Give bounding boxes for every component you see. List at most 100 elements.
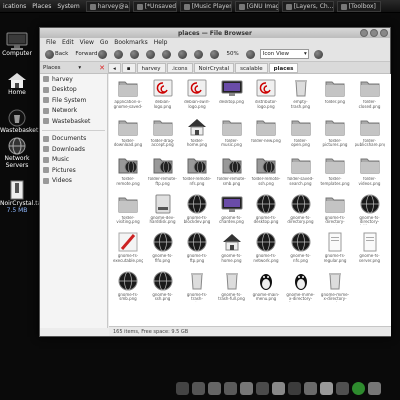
file-item[interactable]: folder-saved-search.png	[286, 154, 316, 186]
dock-app-icon[interactable]	[240, 382, 253, 395]
file-item[interactable]: folder-drag-accept.png	[148, 116, 178, 148]
file-item[interactable]: gnome-fs-ftp.png	[182, 231, 212, 263]
file-item[interactable]: desktop.png	[217, 77, 247, 109]
file-item[interactable]: folder-new.png	[251, 116, 281, 148]
file-item[interactable]: gnome-main-menu.png	[251, 270, 281, 302]
desktop-archive[interactable]: NoirCrystal.tar.bz2 7.5 MB	[0, 180, 56, 214]
dock-app-icon[interactable]	[288, 382, 301, 395]
dock-app-icon[interactable]	[368, 382, 381, 395]
places-selector[interactable]: Places ▾ ✕	[40, 64, 108, 72]
forward-button[interactable]: Forward	[73, 49, 109, 60]
file-item[interactable]: gnome-fs-directory-accept.png	[320, 193, 350, 225]
file-item[interactable]: gnome-fs-trash-full.png	[217, 270, 247, 302]
file-item[interactable]: gnome-mime-x-directory-nfs-server.png	[286, 270, 316, 302]
desktop-home[interactable]: Home	[0, 71, 34, 96]
dock-app-icon[interactable]	[272, 382, 285, 395]
panel-menu-system[interactable]: System	[54, 0, 82, 12]
up-button[interactable]	[112, 49, 125, 60]
dock-app-icon[interactable]	[352, 382, 365, 395]
breadcrumb-scalable[interactable]: scalable	[235, 62, 268, 73]
sidebar-item-harvey[interactable]: harvey	[40, 74, 107, 85]
sidebar-item-documents[interactable]: Documents	[40, 134, 107, 145]
file-item[interactable]: folder-videos.png	[355, 154, 385, 186]
breadcrumb-root[interactable]: ▪	[121, 62, 136, 73]
dock-app-icon[interactable]	[224, 382, 237, 395]
task-gimp-image[interactable]: [GNU Image...	[234, 1, 279, 12]
sidebar-item-desktop[interactable]: Desktop	[40, 85, 107, 96]
file-item[interactable]: gnome-fs-blockdev.png	[182, 193, 212, 225]
desktop-network-servers[interactable]: Network Servers	[0, 137, 34, 169]
sidebar-item-wastebasket[interactable]: Wastebasket	[40, 116, 107, 127]
dock-app-icon[interactable]	[304, 382, 317, 395]
breadcrumb-left-arrow[interactable]: ◂	[108, 62, 121, 73]
task-toolbox[interactable]: [Toolbox]	[336, 1, 381, 12]
file-item[interactable]: folder-closed.png	[355, 77, 385, 109]
file-item[interactable]: gnome-fs-directory.png	[286, 193, 316, 225]
menu-file[interactable]: File	[43, 39, 59, 46]
zoom-out-button[interactable]	[208, 49, 221, 60]
breadcrumb-icons[interactable]: .icons	[166, 62, 193, 73]
file-item[interactable]: folder-publicshare.png	[355, 116, 385, 148]
file-item[interactable]: application-x-gnome-saved-search.png	[113, 77, 143, 109]
file-item[interactable]: gnome-fs-server.png	[355, 231, 385, 263]
sidebar-item-network[interactable]: Network	[40, 106, 107, 117]
view-mode-select[interactable]: Icon View	[259, 49, 309, 59]
file-item[interactable]: folder-templates.png	[320, 154, 350, 186]
home-button[interactable]	[160, 49, 173, 60]
breadcrumb-harvey[interactable]: harvey	[136, 62, 166, 73]
file-item[interactable]: folder-remote.png	[113, 154, 143, 186]
file-item[interactable]: gnome-fs-executable.png	[113, 231, 143, 263]
minimize-button[interactable]	[360, 29, 368, 37]
sidebar-item-file-system[interactable]: File System	[40, 95, 107, 106]
file-item[interactable]: gnome-fs-fifo.png	[148, 231, 178, 263]
breadcrumb-noircrystal[interactable]: NoirCrystal	[193, 62, 235, 73]
desktop-computer[interactable]: Computer	[0, 32, 34, 57]
zoom-in-button[interactable]	[244, 49, 257, 60]
panel-menu-applications[interactable]: ications	[0, 0, 29, 12]
panel-menu-places[interactable]: Places	[29, 0, 54, 12]
stop-button[interactable]	[128, 49, 141, 60]
dock-app-icon[interactable]	[320, 382, 333, 395]
file-item[interactable]: gnome-fs-trash-empty.png	[182, 270, 212, 302]
close-sidebar-icon[interactable]: ✕	[99, 64, 105, 72]
file-item[interactable]: folder-pictures.png	[320, 116, 350, 148]
file-item[interactable]: gnome-fs-smb.png	[113, 270, 143, 302]
window-titlebar[interactable]: places — File Browser	[40, 28, 390, 38]
task-unsaved[interactable]: [*Unsaved ...	[132, 1, 177, 12]
computer-button[interactable]	[176, 49, 189, 60]
menu-help[interactable]: Help	[151, 39, 171, 46]
search-button[interactable]	[192, 49, 205, 60]
close-window-button[interactable]	[380, 29, 388, 37]
reload-button[interactable]	[144, 49, 157, 60]
file-item[interactable]: gnome-fs-network.png	[251, 231, 281, 263]
sidebar-item-music[interactable]: Music	[40, 155, 107, 166]
file-item[interactable]: gnome-fs-nfs.png	[286, 231, 316, 263]
task-layers[interactable]: [Layers, Ch...	[281, 1, 334, 12]
file-item[interactable]: gnome-fs-directory-visiting.png	[355, 193, 385, 225]
file-item[interactable]: folder-download.png	[113, 116, 143, 148]
file-item[interactable]: folder-open.png	[286, 116, 316, 148]
dock-app-icon[interactable]	[256, 382, 269, 395]
file-item[interactable]: gnome-fs-desktop.png	[251, 193, 281, 225]
file-item[interactable]: distributor-logo.png	[251, 77, 281, 109]
dock-app-icon[interactable]	[336, 382, 349, 395]
menu-view[interactable]: View	[77, 39, 97, 46]
file-item[interactable]: gnome-fs-regular.png	[320, 231, 350, 263]
breadcrumb-places[interactable]: places	[268, 62, 299, 73]
dock-app-icon[interactable]	[176, 382, 189, 395]
file-item[interactable]: folder-remote-nfs.png	[182, 154, 212, 186]
file-item[interactable]: folder.png	[320, 77, 350, 109]
dock-app-icon[interactable]	[208, 382, 221, 395]
dock-app-icon[interactable]	[192, 382, 205, 395]
file-item[interactable]: debian-logo.png	[148, 77, 178, 109]
file-item[interactable]: folder-home.png	[182, 116, 212, 148]
file-item[interactable]: gnome-fs-chardev.png	[217, 193, 247, 225]
menu-bookmarks[interactable]: Bookmarks	[111, 39, 151, 46]
file-item[interactable]: folder-music.png	[217, 116, 247, 148]
task-terminal[interactable]: harvey@a...	[85, 1, 130, 12]
sidebar-item-downloads[interactable]: Downloads	[40, 144, 107, 155]
file-item[interactable]: debian-swirl-logo.png	[182, 77, 212, 109]
search-location-button[interactable]	[312, 49, 325, 60]
task-music-player[interactable]: [Music Player]	[179, 1, 232, 12]
file-item[interactable]: folder-remote-ftp.png	[148, 154, 178, 186]
